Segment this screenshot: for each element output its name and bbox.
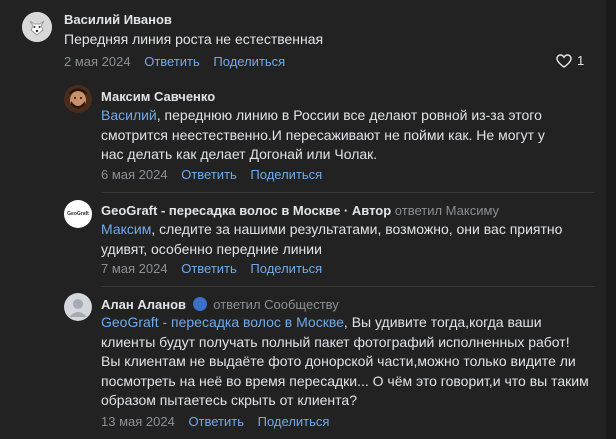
share-button[interactable]: Поделиться [213, 54, 285, 69]
mention-link[interactable]: Максим [101, 221, 151, 237]
divider [101, 192, 595, 193]
like-count: 1 [577, 53, 585, 68]
share-button[interactable]: Поделиться [250, 261, 322, 276]
comment-text: Передняя линия роста не естественная [64, 31, 324, 47]
comment-author[interactable]: Алан Аланов ответил Сообществу [101, 297, 339, 312]
reply-button[interactable]: Ответить [144, 54, 200, 69]
avatar[interactable] [64, 85, 92, 113]
mention-link[interactable]: Василий [101, 107, 157, 123]
comment-body: , переднюю линию в России все делают ров… [101, 107, 545, 162]
author-name[interactable]: Алан Аланов [101, 297, 186, 312]
avatar[interactable] [22, 12, 52, 42]
reply-button[interactable]: Ответить [181, 167, 237, 182]
geograft-logo: GeoGraft [67, 211, 89, 217]
scrollbar-track[interactable] [606, 0, 616, 439]
reply-button[interactable]: Ответить [181, 261, 237, 276]
comment-text: Василий, переднюю линию в России все дел… [101, 106, 571, 165]
avatar[interactable]: GeoGraft [64, 200, 92, 228]
heart-icon [556, 53, 572, 68]
comment-meta: 7 мая 2024 Ответить Поделиться [101, 261, 322, 276]
comment-author[interactable]: Василий Иванов [64, 12, 172, 27]
mention-link[interactable]: GeoGraft - пересадка волос в Москве [101, 314, 344, 330]
comment-meta: 6 мая 2024 Ответить Поделиться [101, 167, 322, 182]
like-button[interactable]: 1 [556, 53, 584, 68]
avatar[interactable] [64, 293, 92, 321]
replied-to[interactable]: ответил Максиму [395, 203, 499, 218]
comment-meta: 2 мая 2024 Ответить Поделиться [64, 54, 285, 69]
dog-avatar-icon [22, 12, 52, 42]
comment-meta: 13 мая 2024 Ответить Поделиться [101, 414, 329, 429]
reply-button[interactable]: Ответить [188, 414, 244, 429]
divider [101, 286, 595, 287]
replied-to[interactable]: ответил Сообществу [213, 297, 339, 312]
author-name[interactable]: GeoGraft - пересадка волос в Москве · Ав… [101, 203, 391, 218]
comment-author[interactable]: GeoGraft - пересадка волос в Москве · Ав… [101, 203, 499, 218]
comment-text: GeoGraft - пересадка волос в Москве, Вы … [101, 313, 591, 411]
share-button[interactable]: Поделиться [250, 167, 322, 182]
comment-date[interactable]: 6 мая 2024 [101, 167, 168, 182]
comment-date[interactable]: 13 мая 2024 [101, 414, 175, 429]
comment-date[interactable]: 7 мая 2024 [101, 261, 168, 276]
comment-body: , следите за нашими результатами, возмож… [101, 221, 563, 257]
comment-author[interactable]: Максим Савченко [101, 89, 215, 104]
share-button[interactable]: Поделиться [258, 414, 330, 429]
comment-date[interactable]: 2 мая 2024 [64, 54, 131, 69]
badge-icon [192, 297, 207, 311]
user-placeholder-icon [64, 293, 92, 321]
user-photo-icon [64, 85, 92, 113]
comment-text: Максим, следите за нашими результатами, … [101, 220, 591, 259]
